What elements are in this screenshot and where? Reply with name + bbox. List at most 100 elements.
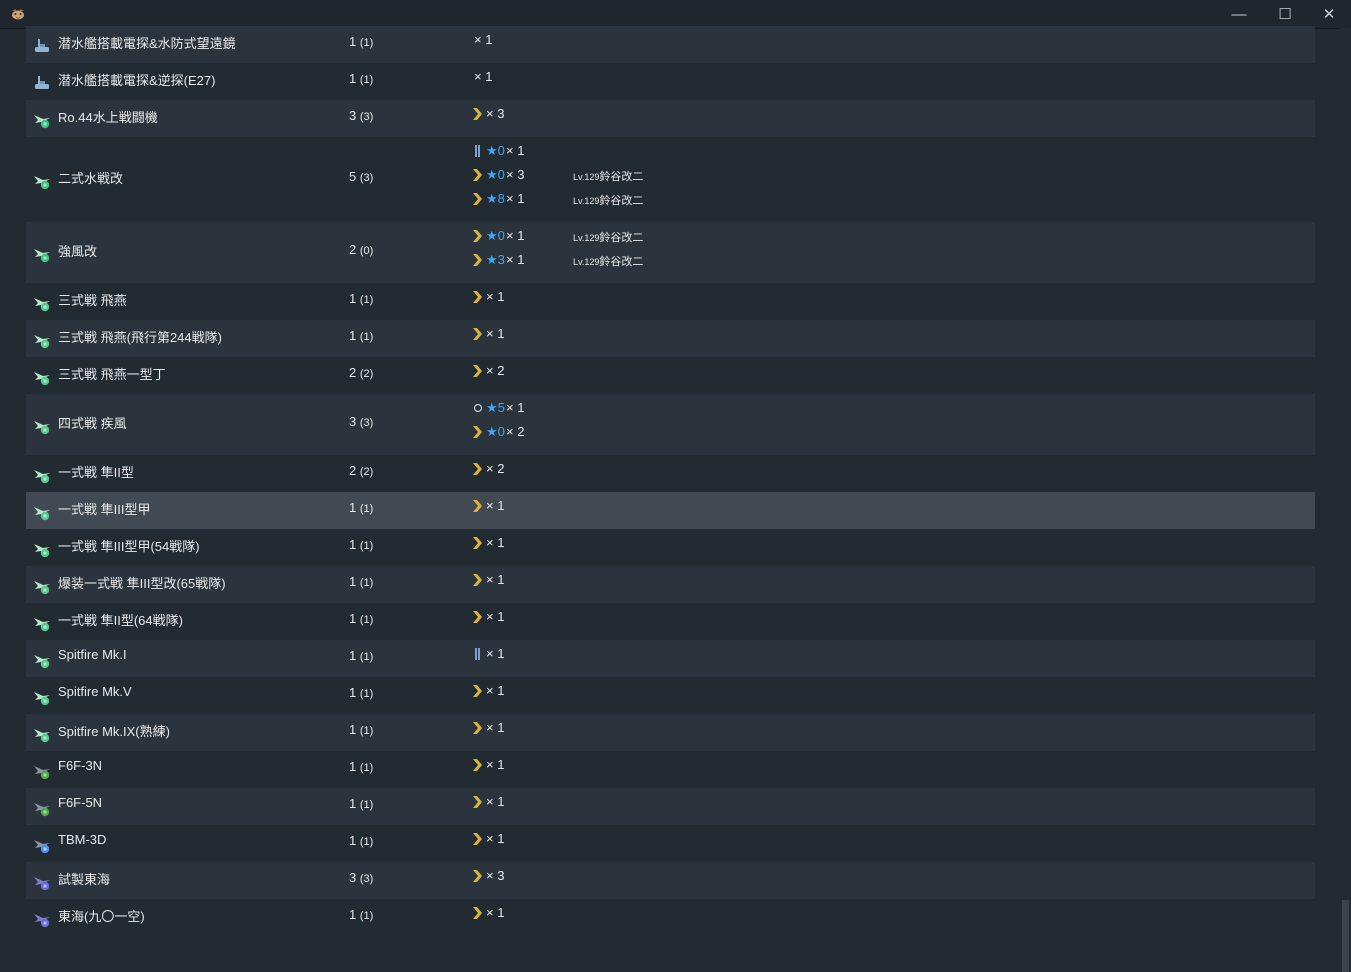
land-attacker-icon [34,877,50,891]
close-button[interactable]: ✕ [1306,0,1351,28]
count-available: (1) [359,294,374,306]
count-available: (1) [359,74,374,86]
equipment-row[interactable]: Spitfire Mk.IX(熟練) 1 (1) × 1 [26,714,1315,751]
count-available: (1) [359,910,374,922]
equipment-row[interactable]: 一式戦 隼II型(64戦隊) 1 (1) × 1 [26,603,1315,640]
equipment-row[interactable]: Ro.44水上戦闘機 3 (3) × 3 [26,100,1315,137]
torpedo-bomber-icon [34,840,50,854]
count-total: 1 [349,291,357,306]
count-total: 1 [349,611,357,626]
quantity-multiplier: × 1 [486,831,505,846]
equipment-row[interactable]: 試製東海 3 (3) × 3 [26,862,1315,899]
detail-line: × 1 [472,531,872,555]
quantity-multiplier: × 1 [506,191,525,206]
quantity-multiplier: × 1 [486,646,505,661]
equipment-row[interactable]: F6F-3N 1 (1) × 1 [26,751,1315,788]
proficiency-chevron-icon [473,574,482,586]
equipment-row[interactable]: 三式戦 飛燕一型丁 2 (2) × 2 [26,357,1315,394]
detail-line: × 1 [472,605,872,629]
equipment-count: 1 (1) [349,328,373,343]
count-total: 3 [349,870,357,885]
quantity-multiplier: × 1 [486,757,505,772]
proficiency-chevron-icon [473,685,482,697]
ship-name: 鈴谷改二 [599,171,644,183]
equipment-row[interactable]: 強風改 2 (0) ★0 × 1 Lv.129鈴谷改二 ★3 × 1 Lv.129鈴谷改二 [26,222,1315,283]
proficiency-circle-icon [473,403,483,413]
maximize-button[interactable]: ☐ [1262,0,1308,28]
equipment-count: 1 (1) [349,648,373,663]
count-total: 3 [349,414,357,429]
land-attacker-icon [34,914,50,928]
fighter-icon [34,544,50,558]
detail-line: × 1 [472,28,872,52]
quantity-multiplier: × 1 [486,498,505,513]
proficiency-chevron-icon [473,722,482,734]
fighter-icon [34,298,50,312]
count-total: 1 [349,537,357,552]
quantity-multiplier: × 1 [506,143,525,158]
improvement-star: ★0 [486,424,505,439]
scrollbar-thumb[interactable] [1342,900,1349,972]
quantity-multiplier: × 3 [486,868,505,883]
equipment-row[interactable]: 四式戦 疾風 3 (3) ★5 × 1 ★0 × 2 [26,394,1315,455]
quantity-multiplier: × 3 [486,106,505,121]
fighter-icon [34,470,50,484]
improvement-star: ★0 [486,167,505,182]
app-logo-icon [12,9,24,20]
count-available: (1) [359,331,374,343]
equipment-row[interactable]: 三式戦 飛燕 1 (1) × 1 [26,283,1315,320]
quantity-multiplier: × 1 [486,326,505,341]
improvement-star: ★8 [486,191,505,206]
seaplane-fighter-icon [34,249,50,263]
equipment-count: 1 (1) [349,685,373,700]
equipment-row[interactable]: Spitfire Mk.I 1 (1) × 1 [26,640,1315,677]
equipment-name: 一式戦 隼II型(64戦隊) [58,613,183,628]
equipment-row[interactable]: 三式戦 飛燕(飛行第244戦隊) 1 (1) × 1 [26,320,1315,357]
count-available: (2) [359,466,374,478]
equipment-row[interactable]: 一式戦 隼III型甲 1 (1) × 1 [26,492,1315,529]
equipment-name: 一式戦 隼III型甲 [58,502,151,517]
vertical-scrollbar[interactable] [1340,28,1351,972]
equipment-row[interactable]: 一式戦 隼II型 2 (2) × 2 [26,455,1315,492]
equipment-row[interactable]: F6F-5N 1 (1) × 1 [26,788,1315,825]
minimize-button[interactable]: — [1216,0,1262,28]
count-available: (1) [359,762,374,774]
equipment-name: TBM-3D [58,832,107,847]
seaplane-fighter-icon [34,115,50,129]
equipment-row[interactable]: 潜水艦搭載電探&逆探(E27) 1 (1) × 1 [26,63,1315,100]
equipment-name: 三式戦 飛燕 [58,293,127,308]
quantity-multiplier: × 1 [474,69,493,84]
count-available: (3) [359,172,374,184]
ship-level: Lv.129 [573,196,600,206]
equipment-count: 3 (3) [349,108,373,123]
night-fighter-icon [34,803,50,817]
night-fighter-icon [34,766,50,780]
equipment-count: 1 (1) [349,291,373,306]
quantity-multiplier: × 2 [486,363,505,378]
equipment-count: 5 (3) [349,169,373,184]
equipment-row[interactable]: 一式戦 隼III型甲(54戦隊) 1 (1) × 1 [26,529,1315,566]
count-total: 1 [349,759,357,774]
detail-line: ★0 × 2 [472,420,872,444]
equipment-row[interactable]: 爆装一式戦 隼III型改(65戦隊) 1 (1) × 1 [26,566,1315,603]
sub-equipment-icon [35,39,49,52]
seaplane-fighter-icon [34,176,50,190]
equipment-row[interactable]: 潜水艦搭載電探&水防式望遠鏡 1 (1) × 1 [26,26,1315,63]
equipment-row[interactable]: 二式水戦改 5 (3) ★0 × 1 ★0 × 3 Lv.129鈴谷改二 ★8 × 1 Lv.12… [26,137,1315,222]
count-available: (1) [359,651,374,663]
detail-line: ★0 × 3 Lv.129鈴谷改二 [472,163,872,187]
detail-line: ★0 × 1 Lv.129鈴谷改二 [472,224,872,248]
count-available: (1) [359,836,374,848]
ship-name: 鈴谷改二 [599,195,644,207]
proficiency-chevron-icon [473,907,482,919]
equipment-row[interactable]: Spitfire Mk.V 1 (1) × 1 [26,677,1315,714]
equipment-name: 三式戦 飛燕一型丁 [58,367,166,382]
equipment-name: Ro.44水上戦闘機 [58,110,158,125]
proficiency-bar-icon [475,648,480,660]
proficiency-chevron-icon [473,426,482,438]
count-available: (1) [359,725,374,737]
equipment-row[interactable]: 東海(九〇一空) 1 (1) × 1 [26,899,1315,936]
equipment-row[interactable]: TBM-3D 1 (1) × 1 [26,825,1315,862]
quantity-multiplier: × 1 [486,535,505,550]
equipment-count: 3 (3) [349,414,373,429]
